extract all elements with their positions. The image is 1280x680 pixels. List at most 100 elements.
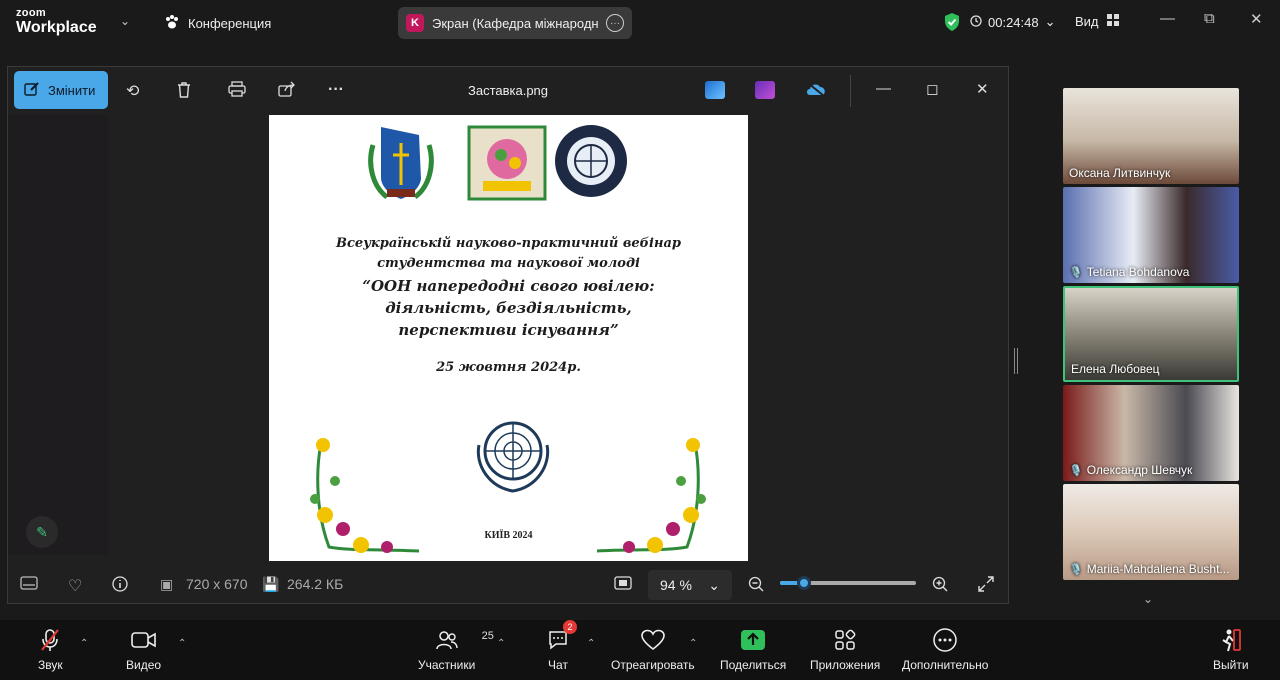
screen-share-indicator[interactable]: K Экран (Кафедра міжнародних в ··· [398, 7, 632, 39]
participant-tile-active-speaker[interactable]: Елена Любовец [1063, 286, 1239, 382]
image-text-line3: “ООН напередодні свого ювілею: [362, 277, 655, 295]
more-options-icon[interactable]: ··· [606, 14, 624, 32]
image-dimensions: 720 x 670 [186, 576, 248, 592]
leave-button[interactable]: Выйти [1213, 628, 1249, 672]
video-label: Видео [126, 658, 162, 672]
participant-tile[interactable]: 🎙️ Tetiana Bohdanova [1063, 187, 1239, 283]
view-menu[interactable]: Вид [1075, 14, 1119, 29]
chat-label: Чат [548, 658, 568, 672]
chevron-down-icon: ⌄ [1044, 14, 1056, 29]
image-footer: КИЇВ 2024 [484, 530, 533, 541]
fullscreen-icon[interactable] [978, 576, 994, 595]
chevron-down-icon[interactable]: ⌄ [1143, 592, 1153, 606]
apps-button[interactable]: Приложения [810, 628, 880, 672]
participants-button[interactable]: 25 Участники [418, 628, 494, 672]
chevron-down-icon[interactable]: ⌄ [120, 14, 130, 28]
leave-icon [1220, 628, 1242, 652]
filmstrip-icon[interactable] [20, 576, 38, 593]
university-emblem [467, 125, 547, 201]
zoom-workplace-logo: zoom Workplace [16, 8, 97, 36]
maximize-icon[interactable]: ◻ [926, 80, 938, 98]
meeting-label: Конференция [188, 16, 272, 31]
participants-count: 25 [481, 630, 494, 642]
chevron-up-icon[interactable]: ⌃ [587, 638, 595, 649]
panel-splitter-handle[interactable] [1014, 348, 1018, 374]
close-icon[interactable]: ✕ [976, 80, 989, 98]
audio-label: Звук [38, 658, 63, 672]
video-button[interactable]: Видео [126, 628, 161, 672]
participant-tile[interactable]: 🎙️ Олександр Шевчук [1063, 385, 1239, 481]
participant-tile[interactable]: 🎙️ Mariia-Mahdaliena Busht... [1063, 484, 1239, 580]
edit-icon [24, 81, 40, 100]
minimize-icon[interactable]: — [876, 80, 891, 97]
zoom-slider[interactable] [780, 576, 916, 590]
muted-mic-icon [39, 628, 61, 652]
dimensions-icon: ▣ [160, 576, 174, 592]
print-icon[interactable] [228, 81, 246, 102]
file-name: Заставка.png [467, 83, 549, 98]
react-label: Отреагировать [611, 658, 695, 672]
zoom-out-icon[interactable] [748, 576, 764, 595]
viewer-side-panel [8, 115, 108, 555]
clipchamp-icon[interactable] [755, 81, 775, 99]
muted-mic-icon: 🎙️ [1069, 464, 1083, 477]
share-screen-icon [740, 628, 766, 652]
zoom-slider-handle[interactable] [797, 576, 811, 590]
meeting-controls-bar: Звук ⌃ Видео ⌃ 25 Участники ⌃ 2 Чат ⌃ От… [0, 620, 1280, 680]
audio-button[interactable]: Звук [38, 628, 63, 672]
pen-icon[interactable]: ✎ [26, 516, 58, 548]
photo-viewer-window: Змінити ⟲ ··· Заставка.png — ◻ ✕ ✎ Всеук… [7, 66, 1009, 604]
participant-name-label: 🎙️ Tetiana Bohdanova [1069, 265, 1189, 279]
meeting-timer[interactable]: 00:24:48 ⌄ [970, 14, 1056, 30]
participant-name: Оксана Литвинчук [1069, 166, 1171, 180]
info-icon[interactable] [112, 576, 128, 595]
apps-label: Приложения [810, 658, 881, 672]
share-icon[interactable] [278, 81, 296, 102]
participant-name-label: Елена Любовец [1071, 362, 1160, 376]
view-label: Вид [1075, 14, 1099, 29]
participant-name: Mariia-Mahdaliena Busht... [1086, 562, 1230, 576]
participant-name: Олександр Шевчук [1086, 463, 1193, 477]
favorite-heart-icon[interactable]: ♡ [68, 576, 82, 596]
viewer-toolbar: Змінити ⟲ ··· Заставка.png — ◻ ✕ [8, 67, 1008, 115]
participant-name: Tetiana Bohdanova [1086, 265, 1190, 279]
chat-bubble-icon: 2 [547, 620, 577, 652]
more-dots-icon [933, 628, 957, 652]
more-button[interactable]: Дополнительно [902, 628, 988, 672]
participant-name-label: Оксана Литвинчук [1069, 166, 1170, 180]
react-button[interactable]: Отреагировать [611, 628, 695, 672]
meeting-menu[interactable]: Конференция [164, 14, 271, 33]
chevron-up-icon[interactable]: ⌃ [178, 638, 186, 649]
clock-icon [970, 14, 982, 30]
image-date: 25 жовтня 2024р. [436, 360, 581, 375]
chevron-up-icon[interactable]: ⌃ [689, 638, 697, 649]
leave-label: Выйти [1213, 658, 1249, 672]
participant-tile[interactable]: Оксана Литвинчук [1063, 88, 1239, 184]
chevron-down-icon: ⌄ [708, 576, 720, 593]
onedrive-icon[interactable] [805, 81, 825, 99]
actual-size-icon[interactable] [614, 576, 632, 593]
share-screen-button[interactable]: Поделиться [720, 628, 786, 672]
chat-button[interactable]: 2 Чат [547, 620, 577, 672]
rotate-icon[interactable]: ⟲ [126, 81, 139, 101]
zoom-in-icon[interactable] [932, 576, 948, 595]
chevron-up-icon[interactable]: ⌃ [80, 638, 88, 649]
muted-mic-icon: 🎙️ [1069, 563, 1083, 576]
zoom-top-bar: zoom Workplace ⌄ Конференция K Экран (Ка… [0, 0, 1280, 44]
encryption-shield-icon[interactable] [943, 12, 961, 37]
participants-icon: 25 [435, 628, 494, 652]
chevron-up-icon[interactable]: ⌃ [497, 638, 505, 649]
sharer-avatar: K [406, 14, 424, 32]
image-text-line2: студентства та наукової молоді [377, 256, 640, 271]
edit-button[interactable]: Змінити [14, 71, 108, 109]
paw-icon [164, 14, 180, 33]
minimize-icon[interactable]: — [1160, 10, 1175, 27]
photos-app-icon[interactable] [705, 81, 725, 99]
restore-icon[interactable]: ⧉ [1204, 10, 1215, 27]
shared-image: Всеукраїнській науково-практичний вебіна… [269, 115, 748, 561]
delete-icon[interactable] [176, 81, 192, 104]
zoom-level-dropdown[interactable]: 94 % ⌄ [648, 570, 732, 600]
more-options-icon[interactable]: ··· [328, 81, 344, 99]
muted-mic-icon: 🎙️ [1069, 266, 1083, 279]
close-icon[interactable]: ✕ [1250, 10, 1263, 28]
